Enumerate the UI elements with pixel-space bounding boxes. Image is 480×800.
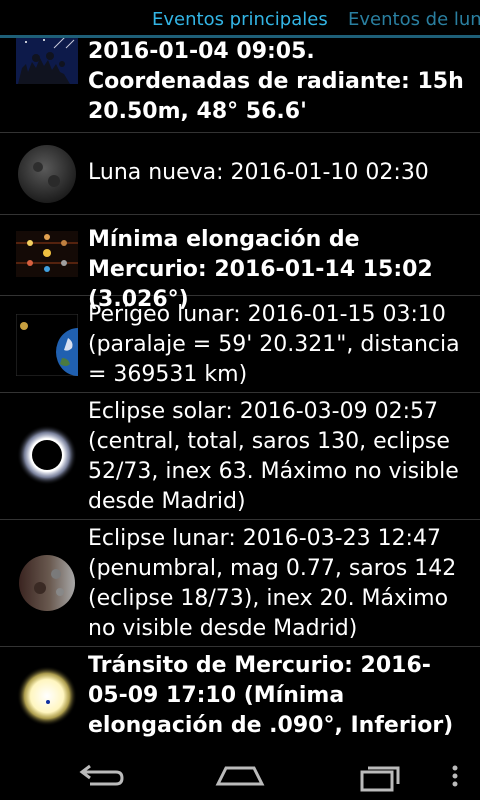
event-text: Tránsito de Mercurio: 2016-05-09 17:10 (… bbox=[88, 653, 454, 738]
earth-moon-icon bbox=[15, 313, 79, 377]
home-icon[interactable] bbox=[210, 758, 270, 794]
event-text: Perigeo lunar: 2016-01-15 03:10 (paralaj… bbox=[88, 302, 460, 387]
lunar-eclipse-icon bbox=[16, 552, 78, 614]
event-row[interactable]: Perigeo lunar: 2016-01-15 03:10 (paralaj… bbox=[0, 296, 480, 393]
tab-eventos-de-luna[interactable]: Eventos de lun bbox=[348, 9, 480, 30]
event-row[interactable]: Eclipse lunar: 2016-03-23 12:47 (penumbr… bbox=[0, 520, 480, 647]
system-nav-bar bbox=[0, 752, 480, 800]
solar-eclipse-icon bbox=[16, 424, 78, 486]
overflow-menu-icon[interactable] bbox=[440, 758, 470, 794]
meteor-shower-icon bbox=[16, 38, 78, 84]
event-row[interactable]: 2016-01-04 09:05. Coordenadas de radiant… bbox=[0, 38, 480, 133]
sun-transit-icon bbox=[16, 665, 78, 727]
event-row[interactable]: Tránsito de Mercurio: 2016-05-09 17:10 (… bbox=[0, 647, 480, 752]
recents-icon[interactable] bbox=[350, 758, 410, 794]
event-row[interactable]: Eclipse solar: 2016-03-09 02:57 (central… bbox=[0, 393, 480, 520]
event-row[interactable]: Luna nueva: 2016-01-10 02:30 bbox=[0, 134, 480, 215]
new-moon-icon bbox=[16, 143, 78, 205]
event-text: 2016-01-04 09:05. Coordenadas de radiant… bbox=[88, 39, 464, 124]
tab-eventos-principales[interactable]: Eventos principales bbox=[152, 9, 328, 30]
tab-bar: Eventos principales Eventos de lun bbox=[0, 0, 480, 38]
event-list[interactable]: 2016-01-04 09:05. Coordenadas de radiant… bbox=[0, 38, 480, 752]
planet-elongation-icon bbox=[16, 231, 78, 277]
back-icon[interactable] bbox=[70, 758, 130, 794]
event-text: Luna nueva: 2016-01-10 02:30 bbox=[88, 160, 429, 185]
event-row[interactable]: Mínima elongación de Mercurio: 2016-01-1… bbox=[0, 215, 480, 312]
event-text: Eclipse lunar: 2016-03-23 12:47 (penumbr… bbox=[88, 526, 457, 641]
event-text: Eclipse solar: 2016-03-09 02:57 (central… bbox=[88, 399, 459, 514]
